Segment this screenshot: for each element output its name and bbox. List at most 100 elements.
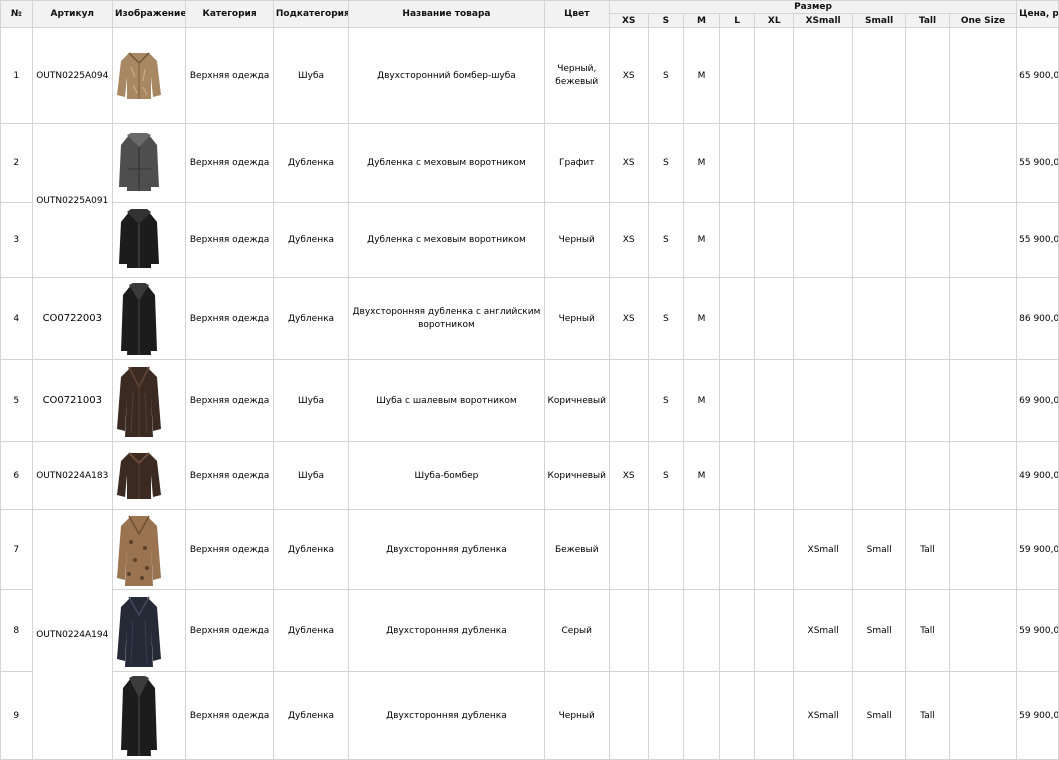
cell-price[interactable]: 69 900,00 (1016, 359, 1059, 442)
cell-size-xs[interactable]: XS (608, 441, 649, 510)
cell-size-small[interactable] (852, 359, 907, 442)
cell-size-l[interactable] (718, 27, 756, 124)
cell-image[interactable] (111, 202, 187, 278)
cell-color[interactable]: Коричневый (543, 359, 610, 442)
cell-size-l[interactable] (718, 359, 756, 442)
cell-size-xl[interactable] (754, 589, 795, 672)
cell-subcategory[interactable]: Шуба (272, 359, 350, 442)
cell-size-one-size[interactable] (948, 441, 1018, 510)
cell-size-xsmall[interactable]: XSmall (793, 589, 854, 672)
cell-category[interactable]: Верхняя одежда (185, 671, 274, 760)
cell-color[interactable]: Черный (543, 277, 610, 360)
cell-size-s[interactable]: S (647, 123, 685, 203)
cell-size-one-size[interactable] (948, 202, 1018, 278)
cell-size-xsmall[interactable] (793, 277, 854, 360)
cell-price[interactable]: 49 900,00 (1016, 441, 1059, 510)
table-row[interactable]: 7 OUTN0224A194 Верхняя одежда Дубленка Д… (0, 509, 1059, 760)
header-size-s[interactable]: S (647, 13, 685, 28)
cell-size-xsmall[interactable] (793, 359, 854, 442)
table-row[interactable]: 8 Верхняя одежда Дубленка Двухсторонняя … (0, 589, 1059, 672)
cell-image[interactable] (111, 589, 187, 672)
cell-subcategory[interactable]: Дубленка (272, 202, 350, 278)
cell-size-l[interactable] (718, 441, 756, 510)
table-row[interactable]: 2 OUTN0225A091 Верхняя одежда Дубленка Д… (0, 123, 1059, 278)
cell-name[interactable]: Двухсторонняя дубленка с английским воро… (348, 277, 545, 360)
cell-category[interactable]: Верхняя одежда (185, 441, 274, 510)
header-color[interactable]: Цвет (543, 0, 610, 28)
cell-size-one-size[interactable] (948, 589, 1018, 672)
cell-size-xs[interactable]: XS (608, 123, 649, 203)
cell-price[interactable]: 55 900,00 (1016, 202, 1059, 278)
cell-category[interactable]: Верхняя одежда (185, 277, 274, 360)
cell-image[interactable] (111, 27, 187, 124)
cell-name[interactable]: Двухсторонняя дубленка (348, 671, 545, 760)
cell-size-small[interactable]: Small (852, 509, 907, 590)
cell-size-l[interactable] (718, 277, 756, 360)
cell-name[interactable]: Шуба с шалевым воротником (348, 359, 545, 442)
cell-size-small[interactable] (852, 441, 907, 510)
cell-size-small[interactable]: Small (852, 671, 907, 760)
cell-size-s[interactable] (647, 509, 685, 590)
cell-num[interactable]: 2 (0, 123, 33, 203)
cell-size-xl[interactable] (754, 27, 795, 124)
cell-size-tall[interactable] (905, 202, 950, 278)
cell-size-s[interactable]: S (647, 27, 685, 124)
cell-num[interactable]: 9 (0, 671, 33, 760)
table-row[interactable]: 5 CO0721003 Верхняя одежда Шуба Шуба с ш… (0, 359, 1059, 442)
cell-article[interactable]: OUTN0224A183 (31, 441, 114, 510)
header-size-xsmall[interactable]: XSmall (793, 13, 854, 28)
cell-category[interactable]: Верхняя одежда (185, 589, 274, 672)
cell-size-l[interactable] (718, 509, 756, 590)
cell-article[interactable]: OUTN0225A091 (31, 123, 114, 278)
cell-image[interactable] (111, 277, 187, 360)
cell-size-xl[interactable] (754, 277, 795, 360)
header-size-xs[interactable]: XS (608, 13, 649, 28)
table-row[interactable]: 9 Верхняя одежда Дубленка Двухсторонняя … (0, 671, 1059, 760)
cell-name[interactable]: Шуба-бомбер (348, 441, 545, 510)
cell-num[interactable]: 1 (0, 27, 33, 124)
cell-size-one-size[interactable] (948, 27, 1018, 124)
cell-price[interactable]: 55 900,00 (1016, 123, 1059, 203)
cell-price[interactable]: 59 900,00 (1016, 509, 1059, 590)
cell-size-xs[interactable]: XS (608, 27, 649, 124)
cell-size-xl[interactable] (754, 671, 795, 760)
header-size-m[interactable]: M (683, 13, 720, 28)
cell-num[interactable]: 5 (0, 359, 33, 442)
cell-size-tall[interactable] (905, 277, 950, 360)
cell-size-s[interactable]: S (647, 441, 685, 510)
cell-color[interactable]: Бежевый (543, 509, 610, 590)
header-size-small[interactable]: Small (852, 13, 907, 28)
cell-size-xs[interactable]: XS (608, 202, 649, 278)
header-article[interactable]: Артикул (31, 0, 114, 28)
cell-size-xs[interactable] (608, 509, 649, 590)
cell-size-tall[interactable] (905, 441, 950, 510)
cell-category[interactable]: Верхняя одежда (185, 359, 274, 442)
cell-image[interactable] (111, 441, 187, 510)
cell-size-xsmall[interactable]: XSmall (793, 671, 854, 760)
cell-size-xl[interactable] (754, 123, 795, 203)
cell-num[interactable]: 8 (0, 589, 33, 672)
cell-image[interactable] (111, 359, 187, 442)
cell-size-xl[interactable] (754, 359, 795, 442)
cell-size-xsmall[interactable]: XSmall (793, 509, 854, 590)
header-size-xl[interactable]: XL (754, 13, 795, 28)
header-category[interactable]: Категория (185, 0, 274, 28)
cell-size-small[interactable] (852, 277, 907, 360)
cell-size-small[interactable] (852, 202, 907, 278)
cell-size-one-size[interactable] (948, 277, 1018, 360)
cell-color[interactable]: Серый (543, 589, 610, 672)
cell-subcategory[interactable]: Дубленка (272, 509, 350, 590)
cell-name[interactable]: Двухсторонняя дубленка (348, 589, 545, 672)
cell-size-xs[interactable]: XS (608, 277, 649, 360)
cell-subcategory[interactable]: Дубленка (272, 277, 350, 360)
cell-size-tall[interactable] (905, 359, 950, 442)
cell-article[interactable]: OUTN0224A194 (31, 509, 114, 760)
table-row[interactable]: 4 CO0722003 Верхняя одежда Дубленка Двух… (0, 277, 1059, 360)
cell-num[interactable]: 4 (0, 277, 33, 360)
cell-price[interactable]: 65 900,00 (1016, 27, 1059, 124)
cell-size-one-size[interactable] (948, 671, 1018, 760)
cell-size-s[interactable] (647, 671, 685, 760)
cell-color[interactable]: Черный (543, 671, 610, 760)
cell-article[interactable]: CO0722003 (31, 277, 114, 360)
cell-size-xsmall[interactable] (793, 123, 854, 203)
